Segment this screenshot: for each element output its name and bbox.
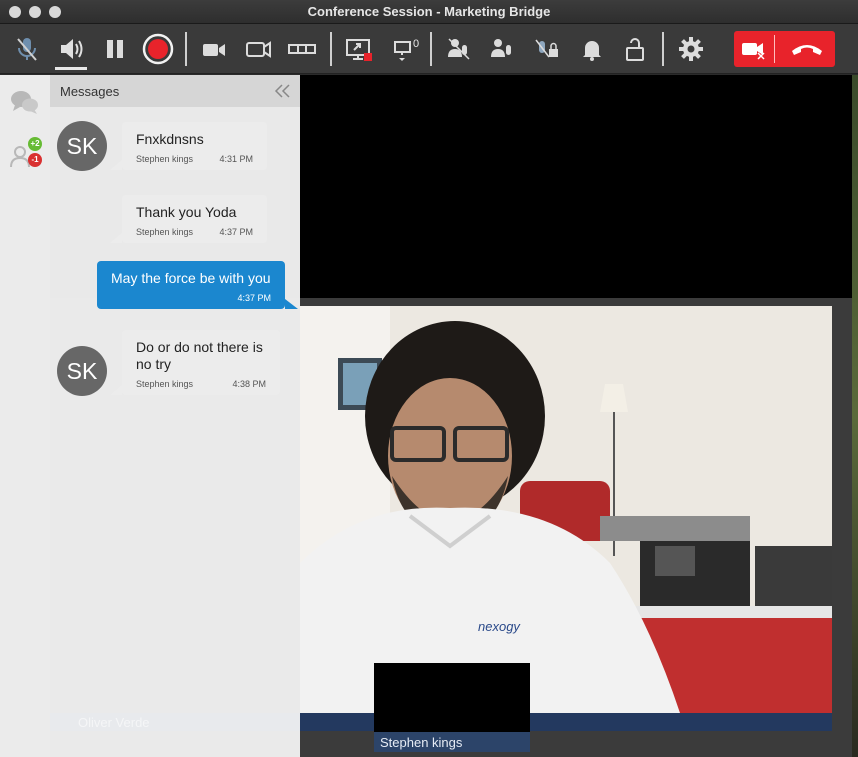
camera-button[interactable] xyxy=(242,32,276,66)
side-rail: +2 -1 xyxy=(0,75,50,757)
settings-button[interactable] xyxy=(674,32,708,66)
toolbar: 0 xyxy=(0,24,858,74)
window-title: Conference Session - Marketing Bridge xyxy=(307,4,551,19)
message-text: Do or do not there is no try xyxy=(136,339,263,372)
sender-avatar: SK xyxy=(57,121,107,171)
participant-thumbnail-video[interactable] xyxy=(374,663,530,732)
display-count: 0 xyxy=(412,38,420,50)
participants-left-badge: -1 xyxy=(28,153,42,167)
message-meta: Stephen kings 4:38 PM xyxy=(136,379,266,389)
main-participant-name: Oliver Verde xyxy=(78,715,150,730)
messages-title: Messages xyxy=(60,84,120,99)
message-meta: Stephen kings 4:37 PM xyxy=(136,227,253,237)
participant-mic-button[interactable] xyxy=(485,32,519,66)
filmstrip-icon xyxy=(288,44,316,54)
message-text: Thank you Yoda xyxy=(136,204,237,220)
remote-video-top xyxy=(300,75,858,298)
video-layout-button[interactable] xyxy=(198,32,232,66)
record-icon xyxy=(142,33,174,65)
toolbar-separator xyxy=(330,32,332,66)
gear-icon xyxy=(679,37,703,61)
chat-bubbles-icon xyxy=(11,91,38,114)
message-text: Fnxkdnsns xyxy=(136,131,204,147)
toolbar-separator xyxy=(185,32,187,66)
message-meta: 4:37 PM xyxy=(111,293,271,303)
chat-tab-button[interactable] xyxy=(8,85,42,119)
message-bubble: Fnxkdnsns Stephen kings 4:31 PM xyxy=(110,122,267,170)
video-off-icon xyxy=(742,43,765,60)
bell-icon xyxy=(583,41,601,61)
toolbar-separator xyxy=(662,32,664,66)
main-video-feed[interactable]: nexogy xyxy=(300,306,832,713)
participant-mic-icon xyxy=(491,39,511,57)
outgoing-message-bubble: May the force be with you 4:37 PM xyxy=(97,261,298,309)
participants-joined-badge: +2 xyxy=(28,137,42,151)
shirt-logo: nexogy xyxy=(478,619,521,634)
thumbnail-participant-name: Stephen kings xyxy=(374,732,530,752)
participants-muted-icon xyxy=(448,38,470,60)
message-text: May the force be with you xyxy=(111,270,271,286)
unlocked-icon xyxy=(626,38,644,61)
video-layout-icon xyxy=(203,44,225,56)
message-time: 4:37 PM xyxy=(237,293,271,303)
hang-up-button[interactable] xyxy=(787,32,827,66)
lock-button[interactable] xyxy=(618,32,652,66)
message-time: 4:38 PM xyxy=(232,379,266,389)
video-frame-image: nexogy xyxy=(300,306,832,713)
message-sender: Stephen kings xyxy=(136,227,194,237)
screen-share-icon xyxy=(346,39,372,61)
filmstrip-button[interactable] xyxy=(285,32,319,66)
message-sender: Stephen kings xyxy=(136,154,194,164)
speaker-icon xyxy=(61,39,83,59)
speaker-active-indicator xyxy=(55,67,87,70)
notifications-button[interactable] xyxy=(575,32,609,66)
title-bar: Conference Session - Marketing Bridge xyxy=(0,0,858,24)
stop-video-button[interactable] xyxy=(737,32,771,66)
messages-header: Messages xyxy=(50,75,300,107)
messages-panel: Messages SK Fnxkdnsns Stephen kings 4:31… xyxy=(50,75,300,757)
microphone-muted-icon xyxy=(17,38,37,61)
sender-avatar: SK xyxy=(57,346,107,396)
record-button[interactable] xyxy=(141,32,175,66)
displays-button[interactable]: 0 xyxy=(386,32,426,66)
message-meta: Stephen kings 4:31 PM xyxy=(136,154,253,164)
lock-mic-button[interactable] xyxy=(530,32,564,66)
conference-window: Conference Session - Marketing Bridge 0 … xyxy=(0,0,858,757)
double-chevron-left-icon xyxy=(274,84,290,98)
mic-lock-icon xyxy=(535,39,558,58)
call-control-divider xyxy=(774,35,775,63)
desktop-edge xyxy=(852,75,858,757)
mute-microphone-button[interactable] xyxy=(10,32,44,66)
toolbar-separator xyxy=(430,32,432,66)
pause-icon xyxy=(107,40,123,58)
participants-tab-button[interactable]: +2 -1 xyxy=(8,137,42,173)
message-sender: Stephen kings xyxy=(136,379,194,389)
share-screen-button[interactable] xyxy=(342,32,376,66)
message-time: 4:37 PM xyxy=(219,227,253,237)
mute-all-button[interactable] xyxy=(442,32,476,66)
monitor-icon xyxy=(393,41,411,61)
message-bubble: Do or do not there is no try Stephen kin… xyxy=(110,330,280,395)
collapse-panel-button[interactable] xyxy=(274,83,292,99)
speaker-button[interactable] xyxy=(54,32,88,66)
message-time: 4:31 PM xyxy=(219,154,253,164)
video-camera-icon xyxy=(246,41,271,58)
pause-button[interactable] xyxy=(98,32,132,66)
message-bubble: Thank you Yoda Stephen kings 4:37 PM xyxy=(110,195,267,243)
call-control-group xyxy=(734,31,835,67)
phone-hangup-icon xyxy=(792,45,822,55)
